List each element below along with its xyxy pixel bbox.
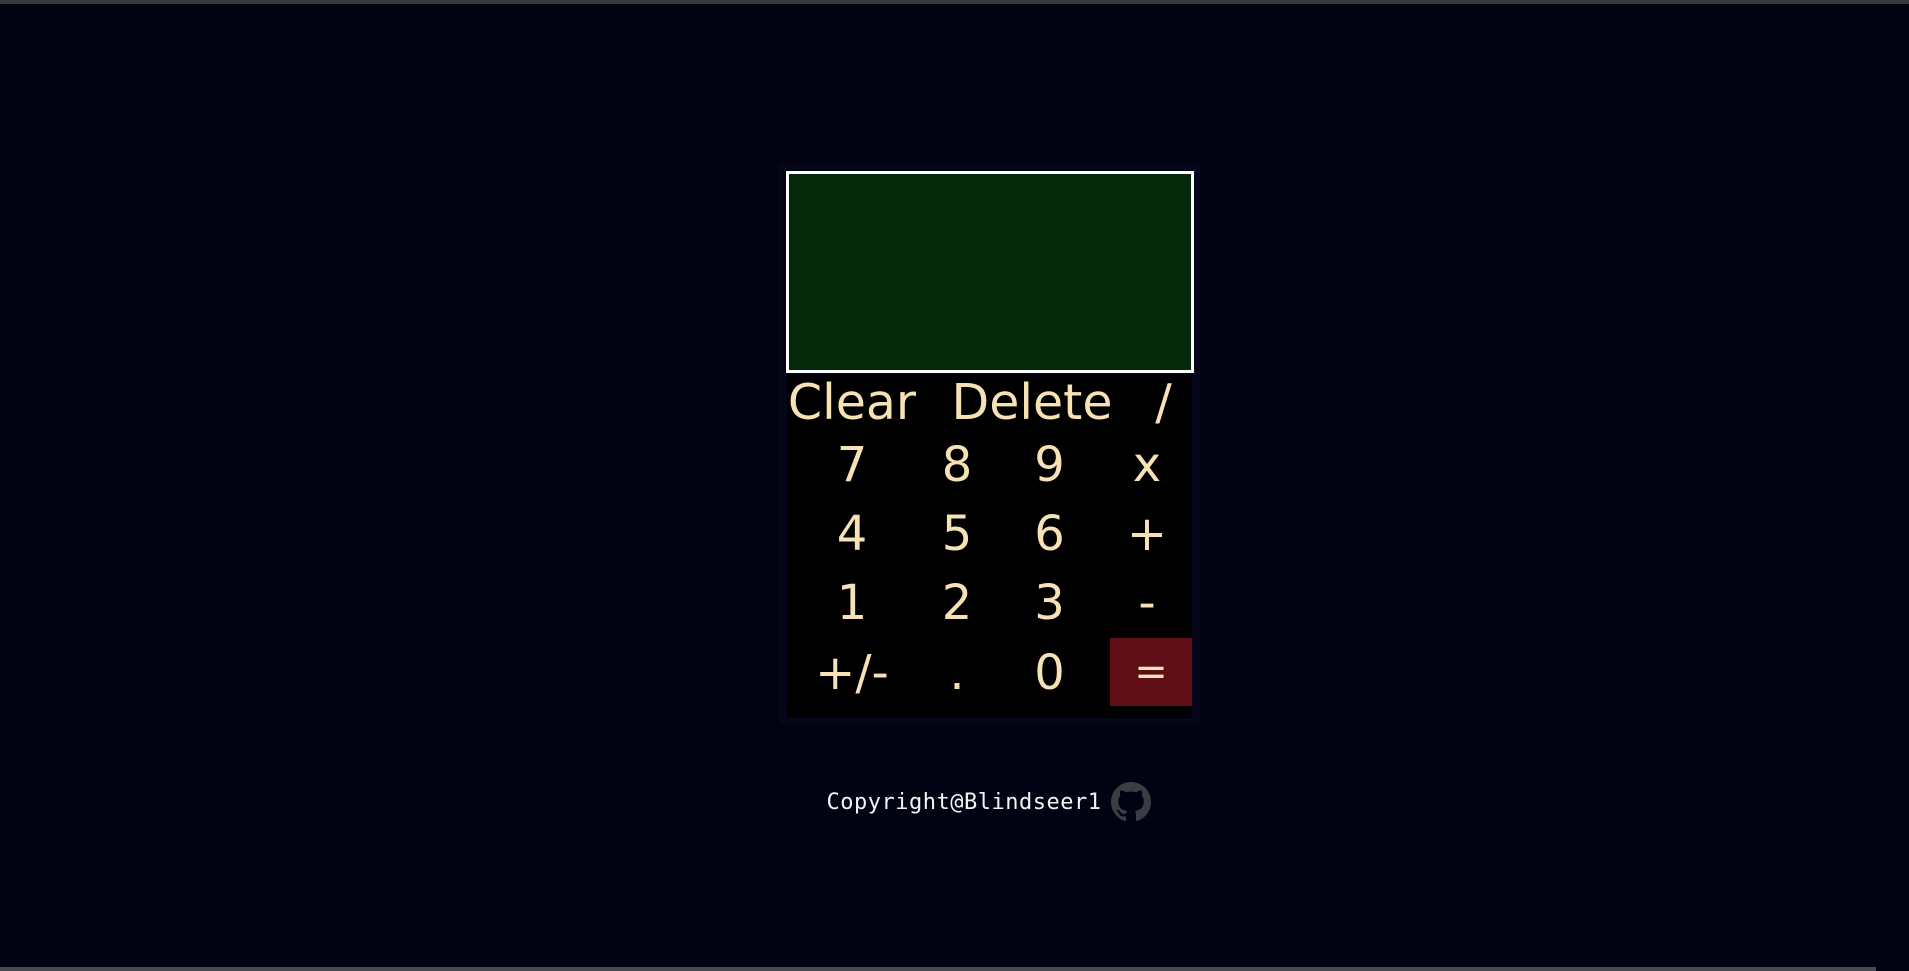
calculator-display [786, 171, 1194, 373]
decimal-button[interactable]: . [917, 638, 997, 708]
clear-button[interactable]: Clear [787, 375, 917, 430]
github-icon[interactable] [1111, 782, 1152, 822]
keypad: Clear Delete / 7 8 9 x 4 5 6 + 1 2 3 - +… [787, 375, 1192, 718]
calculator: Clear Delete / 7 8 9 x 4 5 6 + 1 2 3 - +… [778, 163, 1200, 724]
digit-6-button[interactable]: 6 [997, 500, 1102, 568]
digit-3-button[interactable]: 3 [997, 568, 1102, 638]
digit-4-button[interactable]: 4 [787, 500, 917, 568]
delete-button[interactable]: Delete [947, 375, 1117, 430]
digit-8-button[interactable]: 8 [917, 430, 997, 500]
digit-2-button[interactable]: 2 [917, 568, 997, 638]
digit-0-button[interactable]: 0 [997, 638, 1102, 708]
window-bottom-edge [0, 967, 1876, 971]
subtract-button[interactable]: - [1102, 568, 1192, 638]
negate-button[interactable]: +/- [787, 638, 917, 708]
equals-button[interactable]: = [1110, 638, 1192, 706]
multiply-button[interactable]: x [1102, 430, 1192, 500]
copyright-text: Copyright@Blindseer1 [826, 789, 1102, 815]
add-button[interactable]: + [1102, 500, 1192, 568]
digit-1-button[interactable]: 1 [787, 568, 917, 638]
digit-7-button[interactable]: 7 [787, 430, 917, 500]
footer: Copyright@Blindseer1 [808, 780, 1170, 824]
window-top-edge [0, 0, 1909, 4]
digit-5-button[interactable]: 5 [917, 500, 997, 568]
digit-9-button[interactable]: 9 [997, 430, 1102, 500]
divide-button[interactable]: / [1135, 375, 1192, 430]
